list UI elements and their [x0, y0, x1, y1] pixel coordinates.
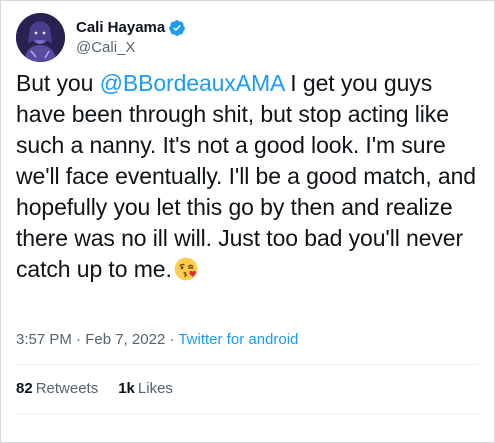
meta-separator: · — [71, 331, 86, 348]
tweet-text-part: I get you guys have been through shit, b… — [16, 70, 476, 282]
tweet-meta: 3:57 PM · Feb 7, 2022 · Twitter for andr… — [16, 330, 298, 350]
divider — [16, 413, 479, 414]
display-name[interactable]: Cali Hayama — [76, 18, 165, 38]
face-blowing-kiss-icon — [174, 257, 198, 281]
user-handle[interactable]: @Cali_X — [76, 38, 186, 58]
tweet-header: Cali Hayama @Cali_X — [16, 13, 186, 62]
retweets-stat[interactable]: 82 Retweets — [16, 379, 98, 399]
likes-stat[interactable]: 1k Likes — [118, 379, 173, 399]
likes-count: 1k — [118, 380, 135, 397]
tweet-date[interactable]: Feb 7, 2022 — [85, 331, 165, 348]
tweet-time[interactable]: 3:57 PM — [16, 331, 72, 348]
likes-label: Likes — [137, 380, 173, 397]
display-name-row: Cali Hayama — [76, 18, 186, 38]
verified-badge-icon — [168, 19, 186, 37]
tweet-text-part: But you — [16, 70, 100, 96]
tweet-card: Cali Hayama @Cali_X But you @BBordeauxAM… — [0, 0, 495, 443]
avatar[interactable] — [16, 13, 65, 62]
mention-link[interactable]: @BBordeauxAMA — [100, 70, 285, 96]
retweets-label: Retweets — [35, 380, 99, 397]
tweet-text: But you @BBordeauxAMA I get you guys hav… — [16, 68, 486, 285]
meta-separator: · — [165, 331, 179, 348]
retweets-count: 82 — [16, 380, 33, 397]
divider — [16, 364, 479, 365]
tweet-source-link[interactable]: Twitter for android — [178, 331, 298, 348]
user-names: Cali Hayama @Cali_X — [76, 18, 186, 58]
avatar-image — [16, 13, 65, 62]
tweet-stats: 82 Retweets 1k Likes — [16, 379, 193, 399]
